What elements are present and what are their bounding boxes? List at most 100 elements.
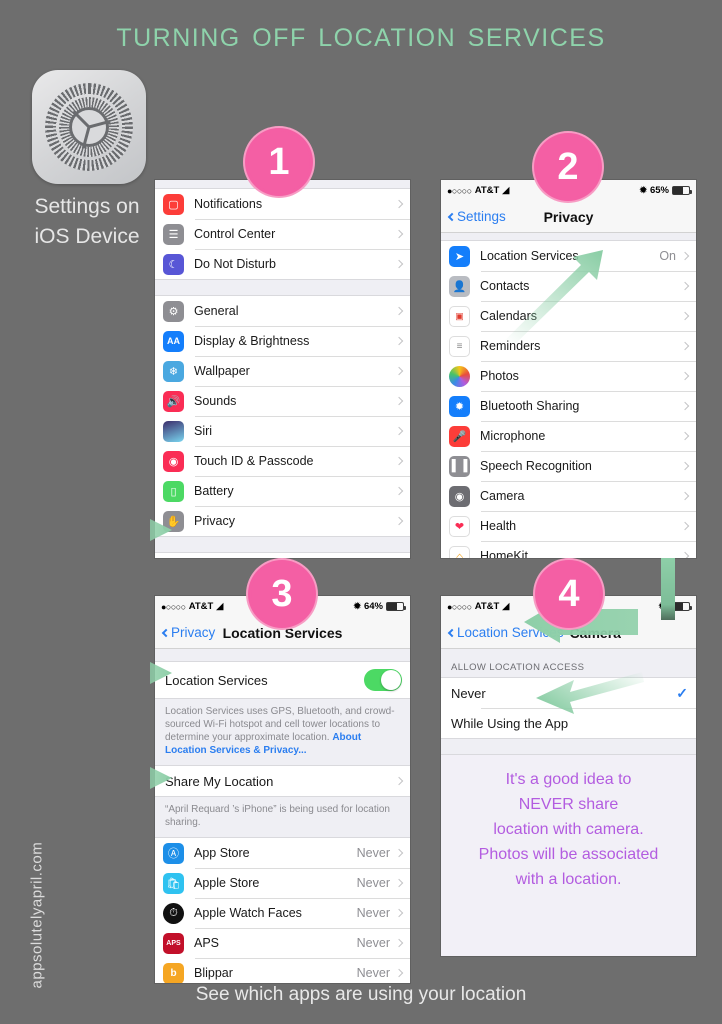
notifications-icon: ▢ xyxy=(163,193,184,215)
list-item[interactable]: ▢ Notifications xyxy=(155,189,410,219)
list-item-value: Never xyxy=(356,936,390,950)
speech-recognition-icon: ▌▐ xyxy=(449,455,470,477)
list-item-label: Privacy xyxy=(194,514,235,528)
chevron-right-icon xyxy=(680,431,690,441)
share-my-location-row[interactable]: Share My Location xyxy=(155,766,410,796)
tip-line: with a location. xyxy=(515,871,622,888)
chevron-right-icon xyxy=(680,311,690,321)
share-location-note: “April Requard ’s iPhone” is being used … xyxy=(155,796,410,838)
app-store-icon: Ⓐ xyxy=(163,842,184,864)
battery-percent: 64% xyxy=(363,601,383,612)
tip-line: Photos will be associated xyxy=(478,846,659,863)
list-item[interactable]: ☰ Control Center xyxy=(155,219,410,249)
list-item-label: APS xyxy=(194,936,220,950)
list-item-label: Battery xyxy=(194,484,234,498)
list-item[interactable]: ☾ Do Not Disturb xyxy=(155,249,410,279)
chevron-right-icon xyxy=(394,199,404,209)
screenshot-privacy: ●○○○○ AT&T ◢ ✹ 65% Settings Privacy ➤ Loc… xyxy=(441,180,696,558)
list-item-label: Wallpaper xyxy=(194,364,250,378)
chevron-right-icon xyxy=(680,281,690,291)
arrow-to-location-services-toggle xyxy=(52,662,172,684)
chevron-right-icon xyxy=(680,491,690,501)
chevron-right-icon xyxy=(394,968,404,978)
list-item[interactable]: Ⓐ App Store Never xyxy=(155,838,410,868)
list-item-value: Never xyxy=(356,966,390,980)
location-arrow-icon: ➤ xyxy=(449,245,470,267)
list-item-label: Speech Recognition xyxy=(480,459,592,473)
list-item[interactable]: ◉ Touch ID & Passcode xyxy=(155,446,410,476)
chevron-right-icon xyxy=(680,341,690,351)
blippar-icon: b xyxy=(163,962,184,983)
list-item-label: Apple Store xyxy=(194,876,260,890)
back-button-label: Privacy xyxy=(171,625,216,640)
chevron-right-icon xyxy=(394,878,404,888)
reminders-icon: ≡ xyxy=(449,335,470,357)
wifi-icon: ◢ xyxy=(216,601,224,611)
chevron-left-icon xyxy=(447,212,457,221)
settings-caption-line1: Settings on xyxy=(34,195,140,218)
bluetooth-icon: ✹ xyxy=(353,601,361,611)
list-item[interactable]: ▯ Battery xyxy=(155,476,410,506)
list-item[interactable]: 🎤 Microphone xyxy=(441,421,696,451)
list-gap xyxy=(155,649,410,662)
wifi-icon: ◢ xyxy=(502,185,510,195)
list-item[interactable]: 🛍 Apple Store Never xyxy=(155,868,410,898)
chevron-right-icon xyxy=(394,456,404,466)
health-heart-icon: ❤ xyxy=(449,515,470,537)
wifi-icon: ◢ xyxy=(502,601,510,611)
carrier-label: AT&T xyxy=(474,601,500,612)
list-gap xyxy=(155,279,410,296)
general-gear-icon: ⚙ xyxy=(163,300,184,322)
location-services-toggle-row[interactable]: Location Services xyxy=(155,662,410,698)
chevron-right-icon xyxy=(394,366,404,376)
chevron-right-icon xyxy=(680,461,690,471)
chevron-right-icon xyxy=(394,848,404,858)
settings-gear-icon xyxy=(32,70,146,184)
location-services-switch[interactable] xyxy=(364,669,402,691)
list-item[interactable]: ✋ Privacy xyxy=(155,506,410,536)
chevron-right-icon xyxy=(680,521,690,531)
battery-percent: 65% xyxy=(649,185,669,196)
list-item-label: Photos xyxy=(480,369,519,383)
list-item-label: Sounds xyxy=(194,394,237,408)
calendar-icon: ▣ xyxy=(449,305,470,327)
list-item[interactable]: 🔊 Sounds xyxy=(155,386,410,416)
list-item[interactable]: ⏱ Apple Watch Faces Never xyxy=(155,898,410,928)
list-gap xyxy=(155,536,410,553)
back-button[interactable]: Settings xyxy=(447,209,506,224)
step-badge-3: 3 xyxy=(251,563,313,625)
settings-group-2: ⚙ General AA Display & Brightness ❄ Wallpaper… xyxy=(155,296,410,536)
list-item[interactable]: AA Display & Brightness xyxy=(155,326,410,356)
back-button[interactable]: Privacy xyxy=(161,625,216,640)
list-item[interactable]: APS APS Never xyxy=(155,928,410,958)
list-item[interactable]: ❤ Health xyxy=(441,511,696,541)
list-item[interactable]: b Blippar Never xyxy=(155,958,410,983)
list-item[interactable]: ⚙ General xyxy=(155,296,410,326)
list-item[interactable]: ◉ Camera xyxy=(441,481,696,511)
bottom-caption: See which apps are using your location xyxy=(195,984,527,1005)
checkmark-icon: ✓ xyxy=(676,684,688,701)
list-item-label: Blippar xyxy=(194,966,233,980)
signal-dots-icon: ●○○○○ xyxy=(447,185,472,196)
signal-dots-icon: ●○○○○ xyxy=(447,601,472,612)
chevron-right-icon xyxy=(394,776,404,786)
chevron-right-icon xyxy=(394,516,404,526)
chevron-right-icon xyxy=(394,336,404,346)
list-item-label: Camera xyxy=(480,489,525,503)
wallpaper-icon: ❄ xyxy=(163,360,184,382)
share-my-location-label: Share My Location xyxy=(165,773,274,789)
list-item[interactable]: Siri xyxy=(155,416,410,446)
tip-text: It's a good idea to NEVER share location w… xyxy=(451,767,686,892)
list-item[interactable]: ✹ Bluetooth Sharing xyxy=(441,391,696,421)
list-item[interactable]: ▌▐ Speech Recognition xyxy=(441,451,696,481)
arrow-to-never-option xyxy=(536,672,644,714)
signal-dots-icon: ●○○○○ xyxy=(161,601,186,612)
watermark: appsolutelyapril.com xyxy=(28,841,46,989)
list-item-label: Apple Watch Faces xyxy=(194,906,302,920)
list-item[interactable]: Photos xyxy=(441,361,696,391)
photos-icon xyxy=(449,365,470,387)
location-services-description: Location Services uses GPS, Bluetooth, a… xyxy=(155,698,410,766)
list-item-value: On xyxy=(659,249,676,263)
list-item[interactable]: ❄ Wallpaper xyxy=(155,356,410,386)
chevron-right-icon xyxy=(394,229,404,239)
